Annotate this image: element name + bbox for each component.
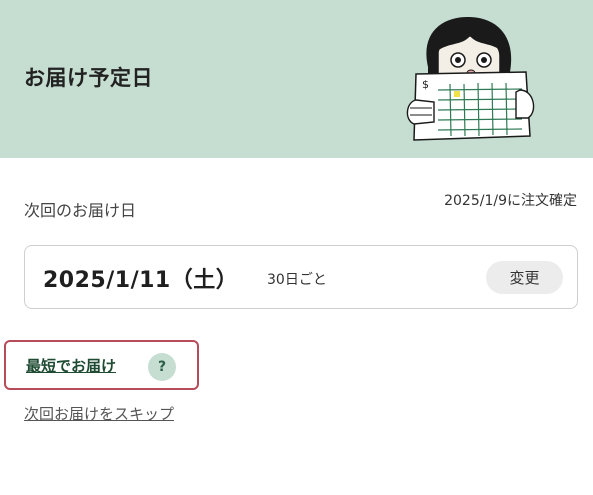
- next-delivery-label: 次回のお届け日: [24, 201, 137, 220]
- delivery-frequency: 30日ごと: [267, 272, 327, 288]
- fastest-delivery-highlight: 最短でお届け ?: [4, 340, 199, 390]
- svg-text:$: $: [422, 78, 429, 91]
- change-button[interactable]: 変更: [486, 261, 563, 294]
- order-confirm-date: 2025/1/9に注文確定: [444, 193, 577, 209]
- fastest-delivery-link[interactable]: 最短でお届け: [26, 355, 116, 376]
- header-banner: お届け予定日 $: [0, 0, 593, 158]
- delivery-date-value: 2025/1/11（土）: [43, 268, 239, 293]
- skip-next-delivery-link[interactable]: 次回お届けをスキップ: [24, 403, 174, 424]
- page-title: お届け予定日: [24, 66, 153, 90]
- person-holding-calendar-illustration-icon: $: [406, 16, 535, 141]
- question-mark-icon[interactable]: ?: [148, 353, 176, 381]
- delivery-date-box: 2025/1/11（土） 30日ごと 変更: [24, 245, 578, 309]
